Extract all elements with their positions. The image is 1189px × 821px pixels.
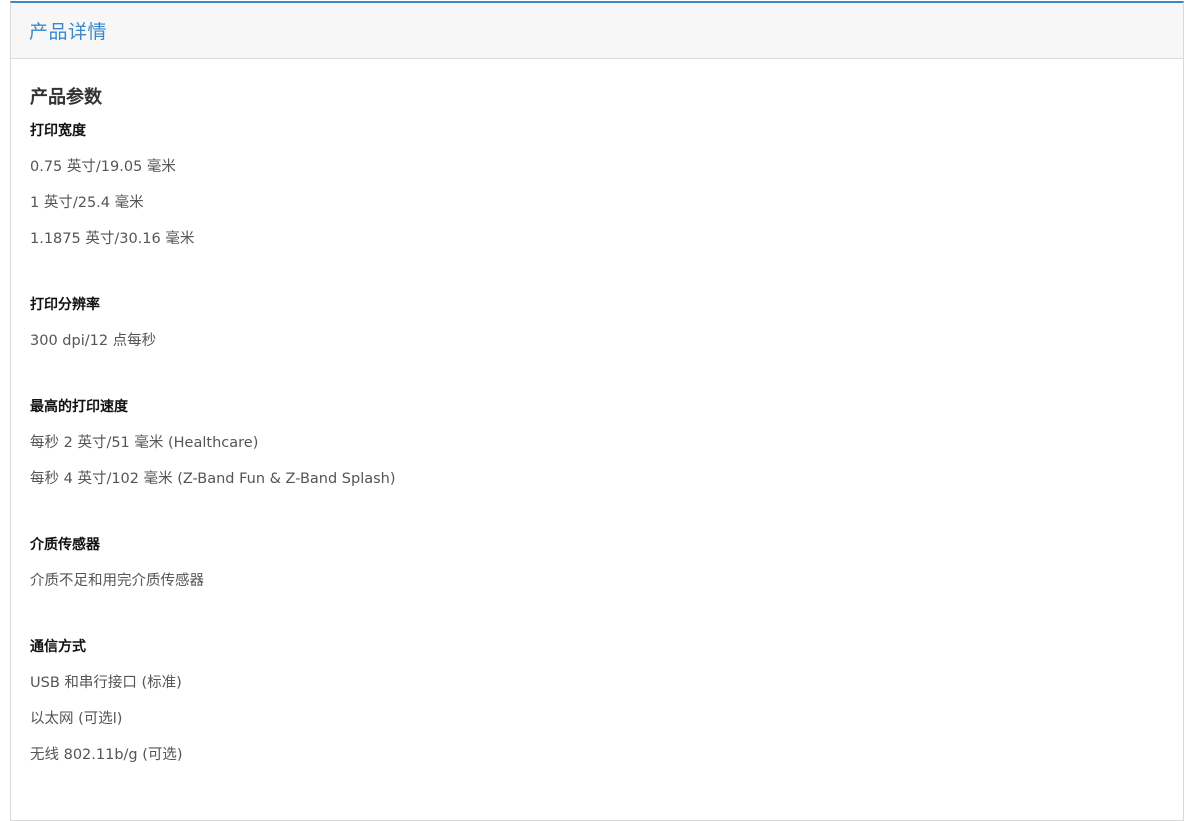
panel-header: 产品详情: [11, 3, 1183, 59]
spec-value: 1.1875 英寸/30.16 毫米: [30, 231, 195, 247]
spec-value: 1 英寸/25.4 毫米: [30, 195, 144, 211]
spec-value: 0.75 英寸/19.05 毫米: [30, 159, 176, 175]
spec-value: USB 和串行接口 (标准): [30, 675, 182, 691]
spec-value: 每秒 2 英寸/51 毫米 (Healthcare): [30, 435, 259, 451]
panel-body: 产品参数 打印宽度 0.75 英寸/19.05 毫米 1 英寸/25.4 毫米 …: [11, 59, 1183, 779]
spec-group-communication: 通信方式 USB 和串行接口 (标准) 以太网 (可选l) 无线 802.11b…: [30, 635, 1164, 779]
spec-group-max-print-speed: 最高的打印速度 每秒 2 英寸/51 毫米 (Healthcare) 每秒 4 …: [30, 395, 1164, 503]
spec-value: 每秒 4 英寸/102 毫米 (Z-Band Fun & Z-Band Spla…: [30, 471, 396, 487]
section-title: 产品参数: [30, 87, 102, 108]
spec-label: 打印分辨率: [30, 297, 100, 313]
spec-value: 介质不足和用完介质传感器: [30, 573, 204, 589]
spec-label: 通信方式: [30, 639, 86, 655]
panel-title: 产品详情: [29, 21, 108, 43]
spec-label: 介质传感器: [30, 537, 100, 553]
spec-label: 打印宽度: [30, 123, 86, 139]
spec-label: 最高的打印速度: [30, 399, 128, 415]
spec-value: 以太网 (可选l): [30, 711, 123, 727]
spec-group-media-sensor: 介质传感器 介质不足和用完介质传感器: [30, 533, 1164, 605]
product-details-panel: 产品详情 产品参数 打印宽度 0.75 英寸/19.05 毫米 1 英寸/25.…: [10, 1, 1184, 821]
spec-value: 300 dpi/12 点每秒: [30, 333, 157, 349]
spec-value: 无线 802.11b/g (可选): [30, 747, 183, 763]
spec-group-print-width: 打印宽度 0.75 英寸/19.05 毫米 1 英寸/25.4 毫米 1.187…: [30, 119, 1164, 263]
spec-group-print-resolution: 打印分辨率 300 dpi/12 点每秒: [30, 293, 1164, 365]
